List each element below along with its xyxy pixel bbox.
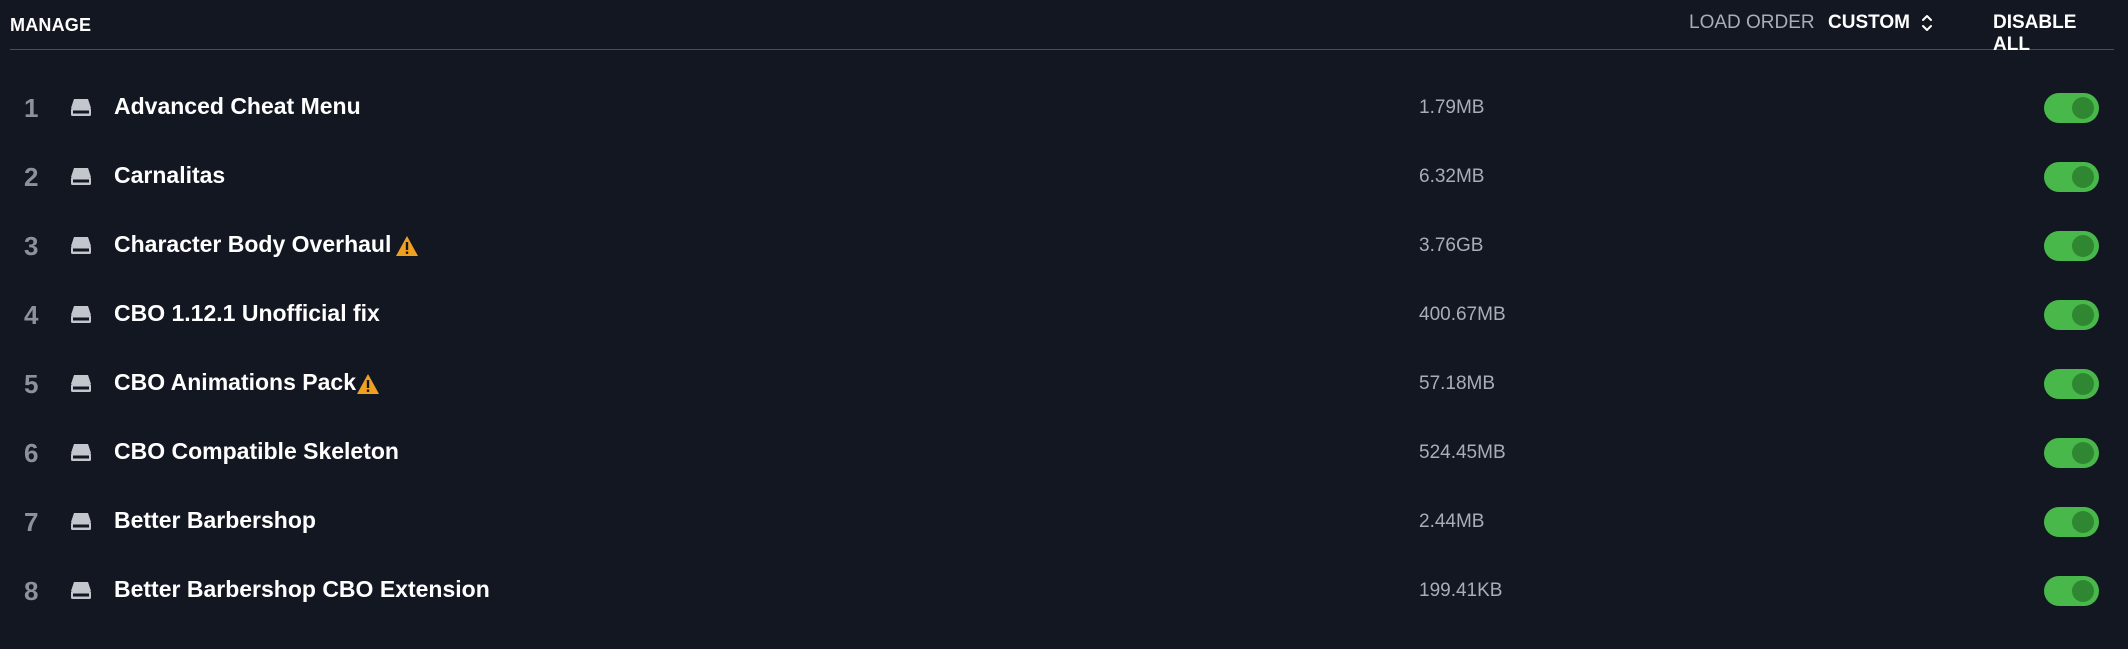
mod-list: 1 Advanced Cheat Menu 1.79MB 2 Carnalitas 6.3… bbox=[0, 73, 2128, 625]
mod-enable-toggle[interactable] bbox=[2044, 162, 2099, 192]
mod-size: 524.45MB bbox=[1419, 442, 1506, 463]
mod-size: 400.67MB bbox=[1419, 304, 1506, 325]
mod-index: 4 bbox=[24, 300, 39, 330]
drive-icon bbox=[71, 168, 91, 185]
drive-icon bbox=[71, 306, 91, 323]
mod-row[interactable]: 6 CBO Compatible Skeleton 524.45MB bbox=[0, 418, 2128, 487]
mod-name[interactable]: CBO Compatible Skeleton bbox=[114, 438, 399, 465]
mod-size: 1.79MB bbox=[1419, 97, 1485, 118]
toggle-knob bbox=[2072, 580, 2094, 602]
mod-index: 6 bbox=[24, 438, 39, 468]
mod-row[interactable]: 1 Advanced Cheat Menu 1.79MB bbox=[0, 73, 2128, 142]
mod-index: 8 bbox=[24, 576, 39, 606]
drive-icon bbox=[71, 444, 91, 461]
toggle-knob bbox=[2072, 442, 2094, 464]
mod-enable-toggle[interactable] bbox=[2044, 300, 2099, 330]
mod-size: 57.18MB bbox=[1419, 373, 1496, 394]
mod-size: 3.76GB bbox=[1419, 235, 1484, 256]
mod-index: 1 bbox=[24, 93, 39, 123]
mod-row[interactable]: 8 Better Barbershop CBO Extension 199.41KB bbox=[0, 556, 2128, 625]
toggle-knob bbox=[2072, 373, 2094, 395]
sort-chevrons-icon[interactable] bbox=[1920, 12, 1934, 34]
toggle-knob bbox=[2072, 166, 2094, 188]
mod-row[interactable]: 5 CBO Animations Pack 57.18MB bbox=[0, 349, 2128, 418]
drive-icon bbox=[71, 513, 91, 530]
mod-row[interactable]: 3 Character Body Overhaul 3.76GB bbox=[0, 211, 2128, 280]
warning-icon[interactable] bbox=[395, 235, 419, 257]
mod-enable-toggle[interactable] bbox=[2044, 93, 2099, 123]
mod-enable-toggle[interactable] bbox=[2044, 231, 2099, 261]
toggle-knob bbox=[2072, 511, 2094, 533]
mod-name[interactable]: Advanced Cheat Menu bbox=[114, 93, 361, 120]
mod-enable-toggle[interactable] bbox=[2044, 507, 2099, 537]
mod-index: 5 bbox=[24, 369, 39, 399]
mod-row[interactable]: 7 Better Barbershop 2.44MB bbox=[0, 487, 2128, 556]
toggle-knob bbox=[2072, 97, 2094, 119]
mod-name[interactable]: CBO 1.12.1 Unofficial fix bbox=[114, 300, 380, 327]
load-order-select[interactable]: CUSTOM bbox=[1828, 12, 1910, 34]
mod-name[interactable]: Character Body Overhaul bbox=[114, 231, 391, 258]
disable-all-button[interactable]: DISABLE ALL bbox=[1993, 12, 2114, 56]
mod-name[interactable]: CBO Animations Pack bbox=[114, 369, 356, 396]
toggle-knob bbox=[2072, 235, 2094, 257]
drive-icon bbox=[71, 99, 91, 116]
mod-enable-toggle[interactable] bbox=[2044, 438, 2099, 468]
mod-size: 6.32MB bbox=[1419, 166, 1485, 187]
mod-index: 3 bbox=[24, 231, 39, 261]
mod-name[interactable]: Better Barbershop CBO Extension bbox=[114, 576, 490, 603]
page-title: MANAGE bbox=[10, 15, 92, 35]
load-order-label: LOAD ORDER bbox=[1689, 12, 1815, 33]
mod-size: 2.44MB bbox=[1419, 511, 1485, 532]
drive-icon bbox=[71, 582, 91, 599]
warning-icon[interactable] bbox=[356, 373, 380, 395]
mod-name[interactable]: Carnalitas bbox=[114, 162, 225, 189]
mod-name[interactable]: Better Barbershop bbox=[114, 507, 316, 534]
drive-icon bbox=[71, 375, 91, 392]
mod-row[interactable]: 2 Carnalitas 6.32MB bbox=[0, 142, 2128, 211]
toggle-knob bbox=[2072, 304, 2094, 326]
drive-icon bbox=[71, 237, 91, 254]
mod-size: 199.41KB bbox=[1419, 580, 1503, 601]
manage-header: MANAGE LOAD ORDER CUSTOM DISABLE ALL bbox=[10, 0, 2114, 55]
mod-enable-toggle[interactable] bbox=[2044, 576, 2099, 606]
mod-index: 7 bbox=[24, 507, 39, 537]
mod-index: 2 bbox=[24, 162, 39, 192]
mod-row[interactable]: 4 CBO 1.12.1 Unofficial fix 400.67MB bbox=[0, 280, 2128, 349]
mod-enable-toggle[interactable] bbox=[2044, 369, 2099, 399]
